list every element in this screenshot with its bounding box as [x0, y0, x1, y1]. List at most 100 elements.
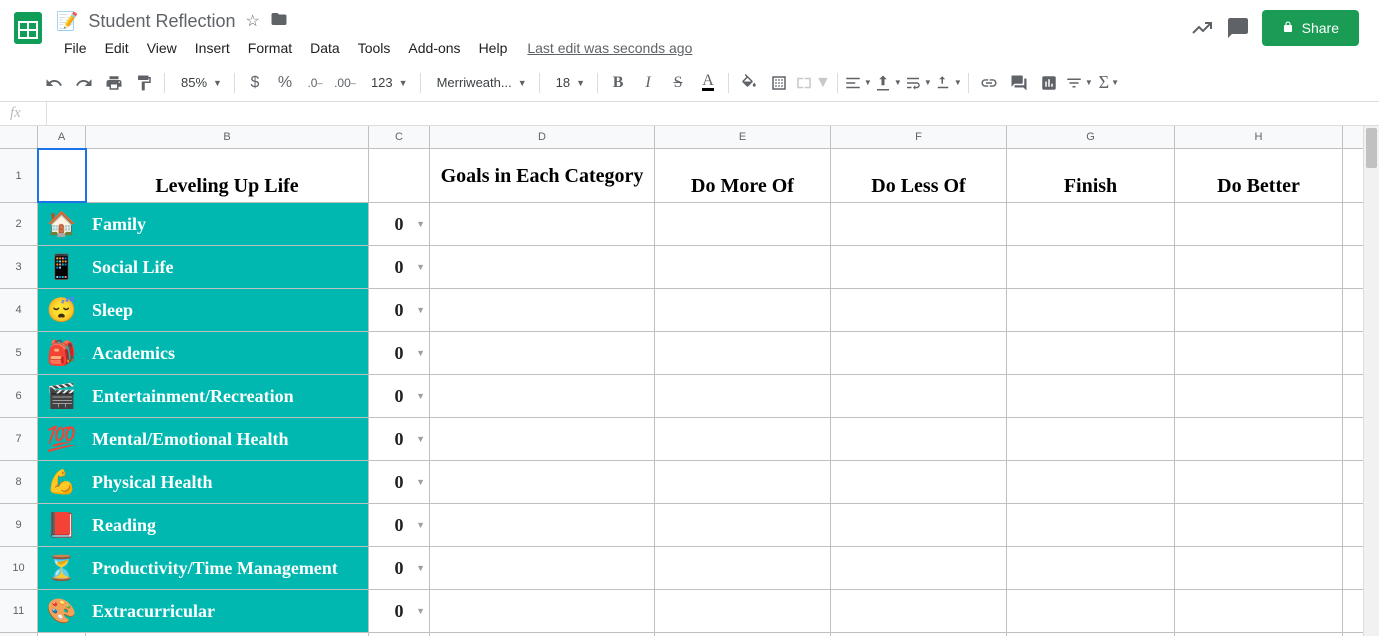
cell[interactable] — [655, 461, 831, 503]
category-label-cell[interactable]: Sleep — [86, 289, 369, 331]
cell[interactable] — [430, 375, 655, 417]
cell[interactable] — [1007, 332, 1175, 374]
cell-E1[interactable]: Do More Of — [655, 149, 831, 202]
cell[interactable] — [831, 203, 1007, 245]
col-header-E[interactable]: E — [655, 126, 831, 148]
cell[interactable] — [655, 375, 831, 417]
cell[interactable] — [1343, 332, 1363, 374]
cell[interactable] — [1343, 461, 1363, 503]
dropdown-arrow-icon[interactable]: ▼ — [416, 520, 425, 530]
insert-comment-button[interactable] — [1005, 70, 1033, 96]
strikethrough-button[interactable]: S — [664, 70, 692, 96]
dropdown-arrow-icon[interactable]: ▼ — [416, 348, 425, 358]
undo-button[interactable] — [40, 70, 68, 96]
dropdown-arrow-icon[interactable]: ▼ — [416, 606, 425, 616]
explore-trend-icon[interactable] — [1190, 16, 1214, 40]
spreadsheet-grid[interactable]: A B C D E F G H 1 Leveling Up Life Goals… — [0, 126, 1363, 636]
number-format-select[interactable]: 123▼ — [361, 71, 414, 95]
category-icon-cell[interactable]: ⏳ — [38, 547, 86, 589]
format-currency-button[interactable]: $ — [241, 70, 269, 96]
cell[interactable] — [430, 289, 655, 331]
cell[interactable] — [1175, 246, 1343, 288]
cell[interactable] — [1007, 504, 1175, 546]
doc-title[interactable]: Student Reflection — [88, 11, 235, 32]
select-all-corner[interactable] — [0, 126, 38, 148]
category-value-cell[interactable]: 0▼ — [369, 547, 430, 589]
category-icon-cell[interactable]: 💯 — [38, 418, 86, 460]
category-label-cell[interactable]: Productivity/Time Management — [86, 547, 369, 589]
category-icon-cell[interactable]: 💪 — [38, 461, 86, 503]
category-value-cell[interactable]: 0▼ — [369, 461, 430, 503]
vertical-scrollbar[interactable] — [1363, 126, 1379, 636]
cell[interactable] — [1175, 332, 1343, 374]
cell[interactable] — [831, 289, 1007, 331]
merge-cells-button[interactable]: ▼ — [795, 70, 831, 96]
format-percent-button[interactable]: % — [271, 70, 299, 96]
cell[interactable] — [831, 547, 1007, 589]
cell[interactable] — [831, 375, 1007, 417]
cell[interactable] — [1175, 504, 1343, 546]
dropdown-arrow-icon[interactable]: ▼ — [416, 391, 425, 401]
category-value-cell[interactable]: 0▼ — [369, 203, 430, 245]
zoom-select[interactable]: 85%▼ — [171, 71, 228, 95]
borders-button[interactable] — [765, 70, 793, 96]
row-header[interactable]: 11 — [0, 590, 38, 632]
menu-file[interactable]: File — [56, 36, 95, 60]
cell[interactable] — [1343, 375, 1363, 417]
category-value-cell[interactable]: 0▼ — [369, 246, 430, 288]
category-value-cell[interactable]: 0▼ — [369, 590, 430, 632]
cell[interactable] — [1343, 246, 1363, 288]
cell[interactable] — [1007, 246, 1175, 288]
comments-icon[interactable] — [1226, 16, 1250, 40]
cell-H1[interactable]: Do Better — [1175, 149, 1343, 202]
category-label-cell[interactable]: Physical Health — [86, 461, 369, 503]
category-value-cell[interactable]: 0▼ — [369, 289, 430, 331]
cell[interactable] — [430, 203, 655, 245]
functions-button[interactable]: Σ▼ — [1095, 70, 1123, 96]
category-label-cell[interactable]: Extracurricular — [86, 590, 369, 632]
fill-color-button[interactable] — [735, 70, 763, 96]
cell[interactable] — [655, 504, 831, 546]
col-header-A[interactable]: A — [38, 126, 86, 148]
cell[interactable] — [430, 461, 655, 503]
row-header[interactable]: 4 — [0, 289, 38, 331]
row-header[interactable]: 8 — [0, 461, 38, 503]
cell[interactable] — [1343, 418, 1363, 460]
redo-button[interactable] — [70, 70, 98, 96]
category-label-cell[interactable]: Social Life — [86, 246, 369, 288]
dropdown-arrow-icon[interactable]: ▼ — [416, 477, 425, 487]
cell[interactable] — [1175, 418, 1343, 460]
col-header-G[interactable]: G — [1007, 126, 1175, 148]
category-icon-cell[interactable]: 🎨 — [38, 590, 86, 632]
cell[interactable] — [831, 504, 1007, 546]
col-header-C[interactable]: C — [369, 126, 430, 148]
cell-C1[interactable] — [369, 149, 430, 202]
cell[interactable] — [831, 418, 1007, 460]
cell[interactable] — [655, 246, 831, 288]
category-label-cell[interactable]: Mental/Emotional Health — [86, 418, 369, 460]
dropdown-arrow-icon[interactable]: ▼ — [416, 563, 425, 573]
cell[interactable] — [430, 332, 655, 374]
cell[interactable] — [831, 590, 1007, 632]
cell[interactable] — [1343, 289, 1363, 331]
cell[interactable] — [430, 547, 655, 589]
category-value-cell[interactable]: 0▼ — [369, 418, 430, 460]
increase-decimal-button[interactable]: .00_ — [331, 70, 359, 96]
category-icon-cell[interactable]: 🎬 — [38, 375, 86, 417]
vertical-align-button[interactable]: ▼ — [874, 70, 902, 96]
menu-view[interactable]: View — [139, 36, 185, 60]
print-button[interactable] — [100, 70, 128, 96]
category-label-cell[interactable]: Academics — [86, 332, 369, 374]
category-label-cell[interactable]: Reading — [86, 504, 369, 546]
cell[interactable] — [430, 246, 655, 288]
dropdown-arrow-icon[interactable]: ▼ — [416, 262, 425, 272]
cell[interactable] — [655, 203, 831, 245]
dropdown-arrow-icon[interactable]: ▼ — [416, 305, 425, 315]
dropdown-arrow-icon[interactable]: ▼ — [416, 434, 425, 444]
menu-help[interactable]: Help — [471, 36, 516, 60]
cell-G1[interactable]: Finish — [1007, 149, 1175, 202]
row-header[interactable]: 7 — [0, 418, 38, 460]
scrollbar-thumb[interactable] — [1366, 128, 1377, 168]
bold-button[interactable]: B — [604, 70, 632, 96]
cell[interactable] — [1175, 590, 1343, 632]
